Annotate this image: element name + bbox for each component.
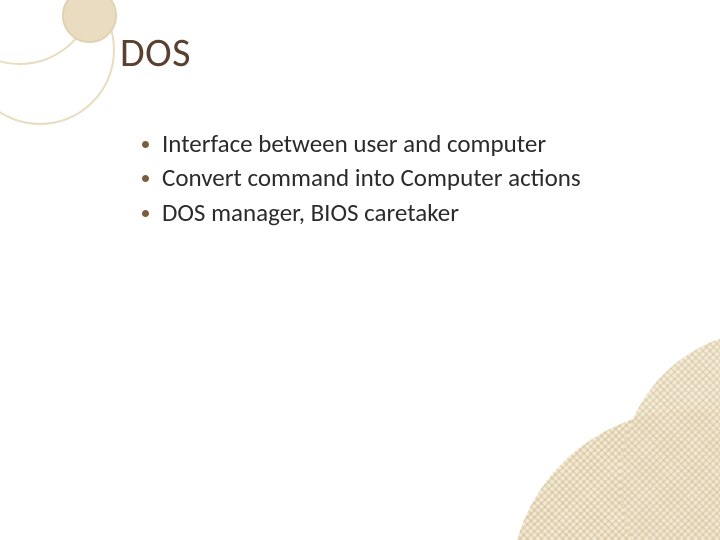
decorative-texture <box>620 330 720 540</box>
list-item: Interface between user and computer <box>140 128 690 159</box>
slide: DOS Interface between user and computer … <box>0 0 720 540</box>
slide-title: DOS <box>120 28 191 77</box>
slide-body: Interface between user and computer Conv… <box>140 128 690 231</box>
list-item: DOS manager, BIOS caretaker <box>140 197 690 228</box>
decorative-corner <box>460 355 720 540</box>
list-item: Convert command into Computer actions <box>140 162 690 193</box>
bullet-list: Interface between user and computer Conv… <box>140 128 690 228</box>
